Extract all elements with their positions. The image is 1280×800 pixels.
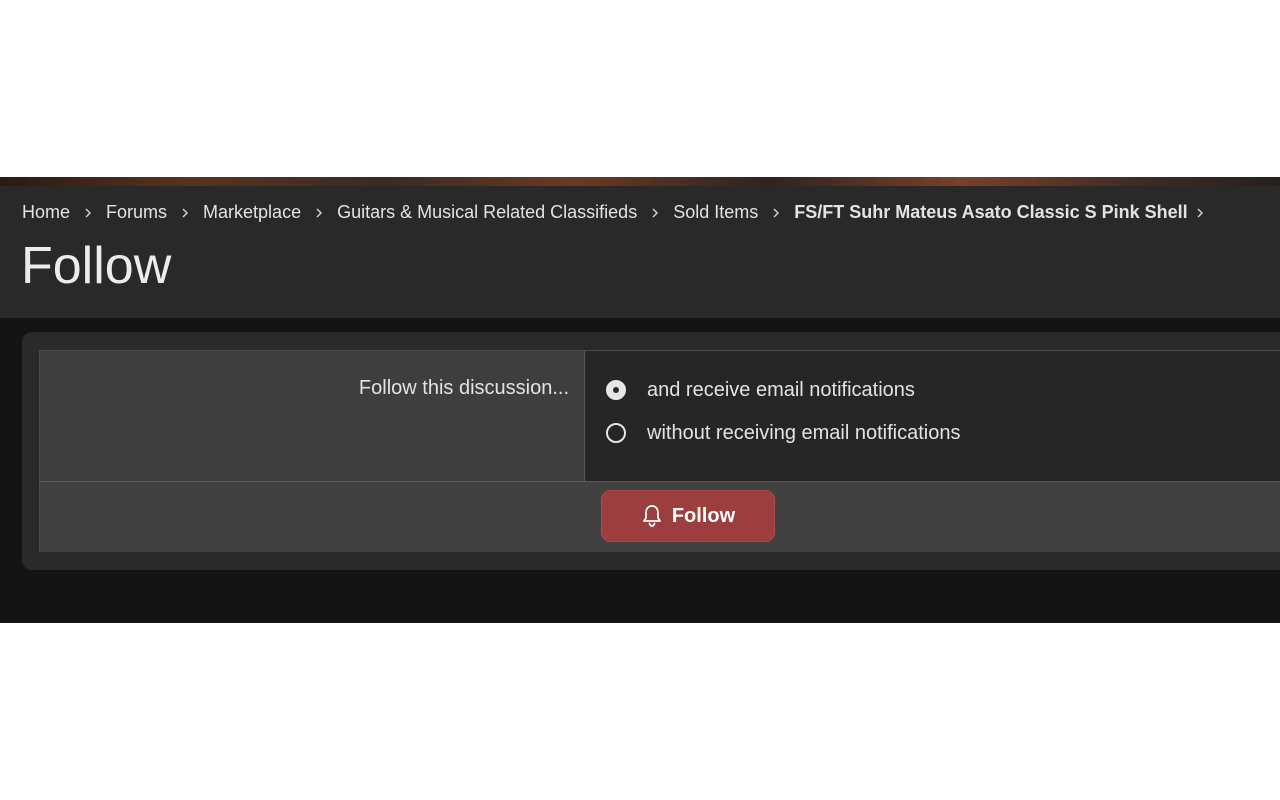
chevron-right-icon — [167, 202, 203, 223]
breadcrumb-thread[interactable]: FS/FT Suhr Mateus Asato Classic S Pink S… — [794, 202, 1187, 223]
radio-icon[interactable] — [606, 423, 626, 443]
breadcrumb-classifieds[interactable]: Guitars & Musical Related Classifieds — [337, 202, 637, 223]
follow-button[interactable]: Follow — [601, 490, 775, 542]
chevron-right-icon — [70, 202, 106, 223]
option-label: without receiving email notifications — [647, 421, 961, 444]
page-title: Follow — [21, 237, 172, 295]
chevron-right-icon — [637, 202, 673, 223]
option-receive-email[interactable]: and receive email notifications — [606, 376, 915, 404]
radio-icon[interactable] — [606, 380, 626, 400]
breadcrumb-home[interactable]: Home — [22, 202, 70, 223]
breadcrumb: Home Forums Marketplace Guitars & Musica… — [22, 200, 1212, 224]
top-blank-area — [0, 0, 1280, 177]
breadcrumb-sold-items[interactable]: Sold Items — [673, 202, 758, 223]
chevron-right-icon — [758, 202, 794, 223]
form-label-cell: Follow this discussion... — [40, 351, 585, 481]
form-options-cell: and receive email notifications without … — [586, 351, 1280, 481]
follow-button-label: Follow — [671, 504, 736, 527]
bell-icon — [641, 504, 663, 528]
breadcrumb-marketplace[interactable]: Marketplace — [203, 202, 301, 223]
chevron-right-icon — [301, 202, 337, 223]
option-no-email[interactable]: without receiving email notifications — [606, 419, 961, 447]
chevron-right-icon — [1188, 202, 1212, 223]
breadcrumb-forums[interactable]: Forums — [106, 202, 167, 223]
header-banner-image — [0, 177, 1280, 186]
follow-discussion-label: Follow this discussion... — [358, 377, 569, 399]
option-label: and receive email notifications — [647, 378, 915, 401]
